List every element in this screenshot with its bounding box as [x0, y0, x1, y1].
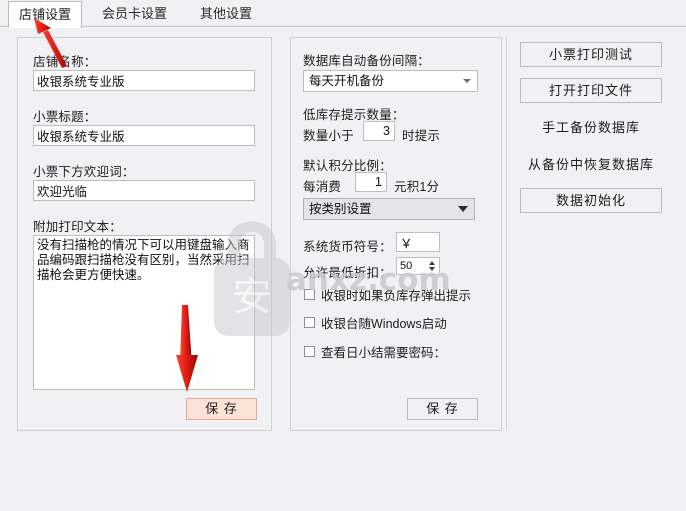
low-stock-suffix-label: 时提示: [402, 129, 441, 143]
points-suffix-label: 元积1分: [394, 180, 440, 194]
backup-interval-combobox[interactable]: 每天开机备份: [303, 70, 478, 92]
points-mode-combobox[interactable]: 按类别设置: [303, 198, 475, 220]
min-discount-spinner[interactable]: 50: [396, 257, 440, 275]
autostart-checkbox[interactable]: [304, 317, 315, 328]
autostart-label: 收银台随Windows启动: [321, 317, 447, 331]
settings-window: 店铺设置 会员卡设置 其他设置 店铺名称： 小票标题： 小票下方欢迎词： 附加打…: [0, 0, 686, 511]
negative-stock-checkbox-row[interactable]: 收银时如果负库存弹出提示: [304, 285, 471, 304]
receipt-print-test-button[interactable]: 小票打印测试: [520, 42, 662, 67]
daily-summary-password-checkbox[interactable]: [304, 346, 315, 357]
points-prefix-label: 每消费: [303, 180, 342, 194]
save-system-button[interactable]: 保 存: [407, 398, 478, 420]
spinner-up-icon[interactable]: [429, 261, 435, 265]
shop-name-input[interactable]: [33, 70, 255, 91]
welcome-text-input[interactable]: [33, 180, 255, 201]
open-print-file-button[interactable]: 打开打印文件: [520, 78, 662, 103]
tab-membercard-settings[interactable]: 会员卡设置: [92, 2, 177, 27]
spinner-down-icon[interactable]: [429, 267, 435, 271]
spinner-buttons[interactable]: [427, 259, 438, 273]
chevron-down-icon: [458, 206, 468, 212]
points-ratio-input[interactable]: [355, 172, 387, 192]
min-discount-label: 允许最低折扣：: [303, 266, 392, 280]
extra-print-text-label: 附加打印文本：: [33, 220, 122, 234]
currency-symbol-label: 系统货币符号：: [303, 240, 392, 254]
tab-shop-settings[interactable]: 店铺设置: [8, 1, 83, 28]
extra-print-text-textarea[interactable]: [33, 235, 255, 390]
receipt-title-input[interactable]: [33, 125, 255, 146]
panel-divider: [506, 37, 507, 431]
backup-interval-value: 每天开机备份: [309, 74, 385, 88]
negative-stock-label: 收银时如果负库存弹出提示: [321, 289, 472, 303]
autostart-checkbox-row[interactable]: 收银台随Windows启动: [304, 313, 447, 332]
shop-name-label: 店铺名称：: [33, 55, 97, 69]
save-shop-button[interactable]: 保 存: [186, 398, 257, 420]
tab-strip: 店铺设置 会员卡设置 其他设置: [0, 0, 686, 28]
restore-database-button[interactable]: 从备份中恢复数据库: [520, 152, 662, 177]
backup-interval-label: 数据库自动备份间隔：: [303, 54, 431, 68]
low-stock-input[interactable]: [363, 121, 395, 141]
reset-data-button[interactable]: 数据初始化: [520, 188, 662, 213]
currency-symbol-input[interactable]: [396, 232, 440, 252]
receipt-title-label: 小票标题：: [33, 110, 97, 124]
min-discount-value: 50: [400, 260, 413, 272]
daily-summary-password-checkbox-row[interactable]: 查看日小结需要密码：: [304, 342, 446, 361]
low-stock-prefix-label: 数量小于: [303, 129, 354, 143]
negative-stock-checkbox[interactable]: [304, 289, 315, 300]
welcome-text-label: 小票下方欢迎词：: [33, 165, 135, 179]
points-mode-value: 按类别设置: [309, 202, 372, 216]
manual-backup-database-button[interactable]: 手工备份数据库: [520, 115, 662, 140]
daily-summary-password-label: 查看日小结需要密码：: [321, 346, 447, 360]
chevron-down-icon: [463, 79, 471, 83]
tab-other-settings[interactable]: 其他设置: [190, 2, 262, 27]
